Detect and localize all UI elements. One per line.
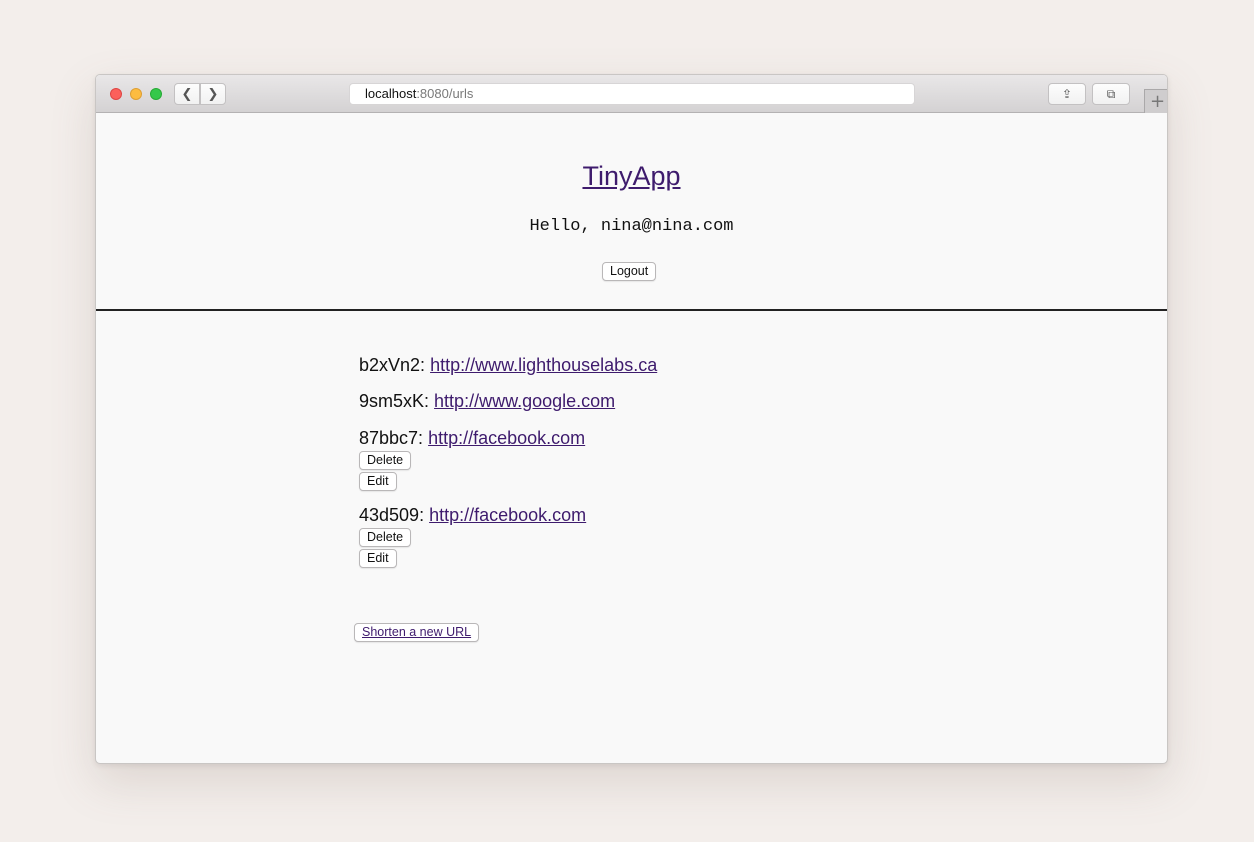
short-url-id: 9sm5xK: <box>359 391 430 411</box>
edit-button[interactable]: Edit <box>359 472 397 491</box>
short-url-id: 87bbc7: <box>359 428 424 448</box>
long-url-link[interactable]: http://www.google.com <box>434 391 615 411</box>
forward-button[interactable]: ❯ <box>200 83 226 105</box>
minimize-window-button[interactable] <box>130 88 142 100</box>
chevron-left-icon: ❮ <box>181 86 193 102</box>
short-url-id: b2xVn2: <box>359 355 426 375</box>
zoom-window-button[interactable] <box>150 88 162 100</box>
url-entry: b2xVn2: http://www.lighthouselabs.ca <box>359 355 657 376</box>
address-bar[interactable]: localhost:8080/urls <box>349 83 915 105</box>
plus-icon: + <box>1149 91 1166 112</box>
address-path: :8080/urls <box>416 86 474 101</box>
back-button[interactable]: ❮ <box>174 83 200 105</box>
new-tab-button[interactable]: + <box>1144 89 1167 113</box>
long-url-link[interactable]: http://facebook.com <box>428 428 585 448</box>
url-entry: 87bbc7: http://facebook.com <box>359 428 585 449</box>
url-list-item: 87bbc7: http://facebook.com Delete Edit <box>359 428 585 491</box>
app-title-link[interactable]: TinyApp <box>96 161 1167 192</box>
long-url-link[interactable]: http://facebook.com <box>429 505 586 525</box>
share-icon: ⇪ <box>1061 87 1073 101</box>
address-host: localhost <box>365 86 417 101</box>
long-url-link[interactable]: http://www.lighthouselabs.ca <box>430 355 657 375</box>
url-list-item: 43d509: http://facebook.com Delete Edit <box>359 505 586 568</box>
close-window-button[interactable] <box>110 88 122 100</box>
url-entry: 9sm5xK: http://www.google.com <box>359 391 615 412</box>
url-list-item: b2xVn2: http://www.lighthouselabs.ca <box>359 355 657 376</box>
delete-button[interactable]: Delete <box>359 451 412 470</box>
short-url-id: 43d509: <box>359 505 425 525</box>
url-list-item: 9sm5xK: http://www.google.com <box>359 391 615 412</box>
logout-button[interactable]: Logout <box>602 262 657 281</box>
user-greeting: Hello, nina@nina.com <box>529 217 734 236</box>
browser-window: ❮ ❯ localhost:8080/urls ⇪ ⧉ + TinyApp He… <box>95 74 1168 764</box>
header-divider <box>96 309 1167 311</box>
share-button[interactable]: ⇪ <box>1048 83 1086 105</box>
chevron-right-icon: ❯ <box>207 86 219 102</box>
browser-toolbar: ❮ ❯ localhost:8080/urls ⇪ ⧉ + <box>96 75 1167 113</box>
delete-button[interactable]: Delete <box>359 528 412 547</box>
tabs-icon: ⧉ <box>1106 86 1116 101</box>
shorten-new-url-button[interactable]: Shorten a new URL <box>354 623 480 642</box>
url-entry: 43d509: http://facebook.com <box>359 505 586 526</box>
show-tabs-button[interactable]: ⧉ <box>1092 83 1130 105</box>
page-content: TinyApp Hello, nina@nina.com Logout b2xV… <box>96 113 1167 763</box>
edit-button[interactable]: Edit <box>359 549 397 568</box>
